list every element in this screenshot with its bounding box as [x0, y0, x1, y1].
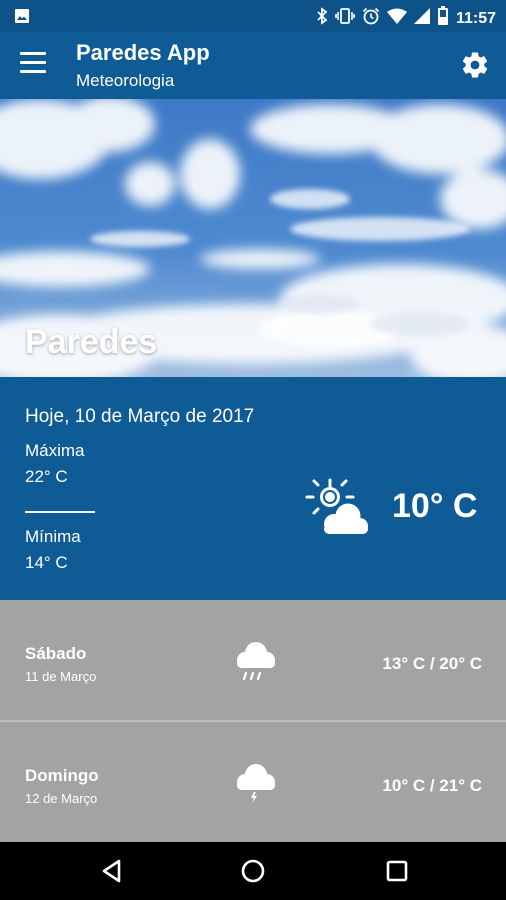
back-icon[interactable]: [99, 858, 125, 884]
today-date: Hoje, 10 de Março de 2017: [25, 406, 255, 427]
current-temperature: 10° C: [392, 487, 478, 525]
min-label: Mínima: [25, 527, 81, 546]
max-label: Máxima: [25, 441, 85, 460]
recents-icon[interactable]: [384, 858, 410, 884]
forecast-range: 13° C / 20° C: [382, 654, 482, 673]
forecast-day: Sábado: [25, 644, 87, 663]
forecast-date: 11 de Março: [25, 669, 97, 684]
navigation-bar: [0, 842, 506, 900]
city-name: Paredes: [25, 323, 158, 361]
forecast-day: Domingo: [25, 766, 99, 785]
rain-cloud-icon: [232, 638, 278, 684]
app-title: Paredes App: [76, 40, 210, 65]
forecast-row-sunday[interactable]: Domingo 12 de Março 10° C / 21° C: [0, 722, 506, 842]
battery-icon: [437, 6, 449, 31]
wifi-icon: [386, 8, 407, 29]
status-bar: 11:57: [0, 0, 506, 32]
sky-banner: Paredes: [0, 99, 506, 377]
storm-cloud-icon: [232, 760, 278, 806]
signal-icon: [413, 8, 430, 29]
image-icon: [14, 8, 30, 29]
divider: [25, 511, 95, 513]
sun-behind-cloud-icon: [304, 477, 371, 543]
today-panel: Hoje, 10 de Março de 2017 Máxima 22° C M…: [0, 377, 506, 600]
alarm-icon: [362, 7, 380, 30]
min-value: 14° C: [25, 553, 68, 572]
forecast-range: 10° C / 21° C: [382, 776, 482, 795]
app-subtitle: Meteorologia: [76, 71, 175, 90]
gear-icon[interactable]: [460, 50, 490, 80]
forecast-row-saturday[interactable]: Sábado 11 de Março 13° C / 20° C: [0, 600, 506, 720]
app-bar: Paredes App Meteorologia: [0, 32, 506, 99]
bluetooth-icon: [316, 7, 328, 30]
vibrate-icon: [335, 7, 355, 30]
clock-time: 11:57: [455, 9, 496, 27]
home-icon[interactable]: [240, 858, 266, 884]
hamburger-menu-icon[interactable]: [20, 52, 48, 78]
forecast-date: 12 de Março: [25, 791, 98, 806]
max-value: 22° C: [25, 467, 68, 486]
